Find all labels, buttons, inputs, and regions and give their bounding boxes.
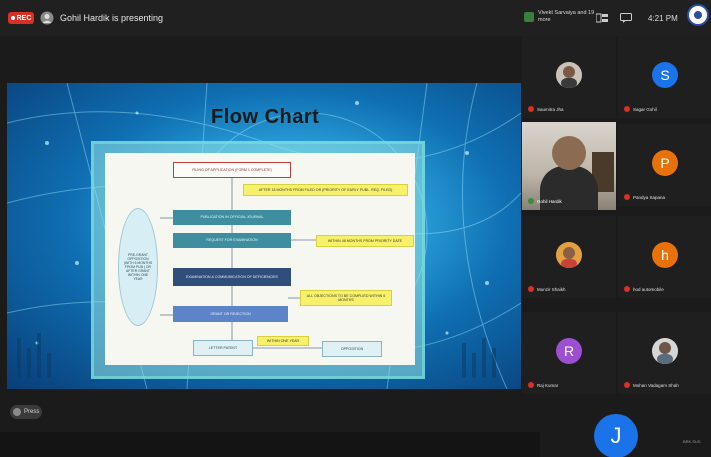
slide-title: Flow Chart (211, 106, 320, 128)
participant-tile[interactable]: S Sagar Gohil (618, 36, 711, 118)
participant-avatar: h (652, 242, 678, 268)
participant-name-row: hod automobile (624, 286, 664, 292)
participant-avatar: S (652, 62, 678, 88)
participant-tile[interactable]: R Raj Kumar (522, 312, 616, 394)
mic-icon (528, 198, 534, 204)
participant-avatar: R (556, 338, 582, 364)
record-dot-icon (10, 16, 15, 20)
press-label: Press (24, 409, 40, 415)
mic-off-icon (624, 382, 630, 388)
mic-off-icon (528, 286, 534, 292)
video-person-head (552, 136, 586, 170)
mic-off-icon (624, 194, 630, 200)
participant-avatar (556, 242, 582, 268)
flowchart-arrows (160, 178, 322, 349)
viewers-icon (524, 12, 534, 22)
presenter-avatar-icon (40, 11, 54, 25)
participant-tile[interactable]: P Pandya Sapana (618, 124, 711, 206)
slide-backdrop (0, 36, 520, 83)
participant-name-row: Saumitra Jha (528, 106, 564, 112)
participant-name-row: Gohil Hardik (528, 198, 562, 204)
self-view-avatar[interactable]: J (594, 414, 638, 457)
org-logo (687, 4, 709, 26)
person-photo-icon (652, 338, 678, 364)
participant-name-row: Mohan Vadagam Shah (624, 382, 679, 388)
person-photo-icon (556, 62, 582, 88)
top-right-controls: Vivekt Sarvaiya and 19 more 4:21 PM (520, 4, 711, 28)
participant-name: Raj Kumar (537, 382, 559, 388)
top-bar: REC Gohil Hardik is presenting Vivekt Sa… (0, 0, 711, 36)
participant-video-tile[interactable]: Gohil Hardik (522, 122, 616, 210)
flow-ellipse-opposition-note: PRE-GRANT OPPOSITION (WITH 6 MONTHS FROM… (118, 208, 158, 326)
press-button[interactable]: Press (10, 405, 42, 419)
participants-panel: Saumitra Jha S Sagar Gohil Gohil Hardik … (522, 36, 711, 457)
participant-name: hod automobile (633, 286, 664, 292)
presenting-text: Gohil Hardik is presenting (60, 13, 164, 23)
chat-icon[interactable] (620, 13, 632, 23)
participant-tile[interactable]: Munzir Shaikh (522, 216, 616, 298)
layout-icon[interactable] (596, 13, 608, 23)
participant-name: Pandya Sapana (633, 194, 666, 200)
participant-name-row: Sagar Gohil (624, 106, 657, 112)
corner-label: BRK.SUS (683, 439, 701, 444)
press-icon (13, 408, 21, 416)
participant-avatar (652, 338, 678, 364)
participant-name-row: Raj Kumar (528, 382, 558, 388)
participant-tile[interactable]: h hod automobile (618, 216, 711, 298)
participant-avatar (556, 62, 582, 88)
clock-time: 4:21 PM (648, 14, 678, 23)
mic-off-icon (624, 286, 630, 292)
recording-badge: REC (8, 12, 34, 24)
participant-name: Gohil Hardik (537, 198, 562, 204)
participant-tile[interactable]: Saumitra Jha (522, 36, 616, 118)
viewers-text: Vivekt Sarvaiya and 19 more (538, 10, 595, 23)
participant-name-row: Munzir Shaikh (528, 286, 566, 292)
participant-name: Saumitra Jha (537, 106, 564, 112)
meeting-window: REC Gohil Hardik is presenting Vivekt Sa… (0, 0, 711, 457)
participant-tile[interactable]: Mohan Vadagam Shah (618, 312, 711, 394)
rec-label: REC (16, 14, 32, 22)
person-photo-icon (556, 242, 582, 268)
participant-name: Mohan Vadagam Shah (633, 382, 679, 388)
mic-off-icon (528, 382, 534, 388)
participant-name: Sagar Gohil (633, 106, 657, 112)
bottom-strip (0, 432, 540, 457)
participant-name: Munzir Shaikh (537, 286, 566, 292)
mic-off-icon (528, 106, 534, 112)
participant-name-row: Pandya Sapana (624, 194, 665, 200)
mic-off-icon (624, 106, 630, 112)
participant-avatar: P (652, 150, 678, 176)
